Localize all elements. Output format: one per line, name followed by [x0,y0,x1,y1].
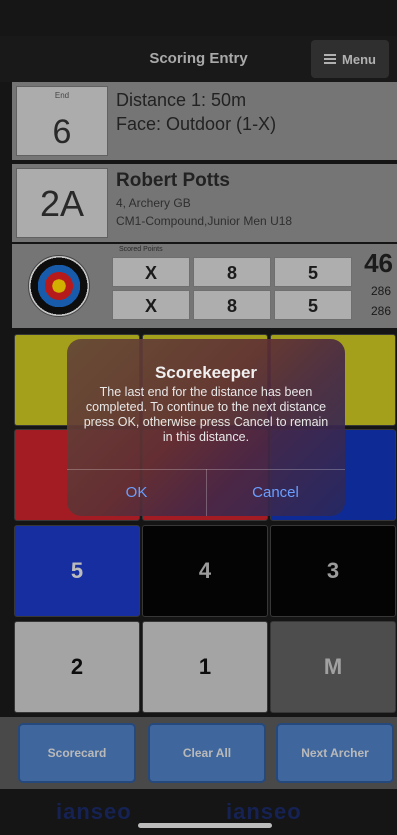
dialog-message: The last end for the distance has been c… [83,385,329,444]
alert-dialog: Scorekeeper The last end for the distanc… [67,339,345,516]
dialog-title: Scorekeeper [154,363,258,382]
ok-button[interactable]: OK [67,469,206,516]
cancel-button[interactable]: Cancel [206,469,345,516]
